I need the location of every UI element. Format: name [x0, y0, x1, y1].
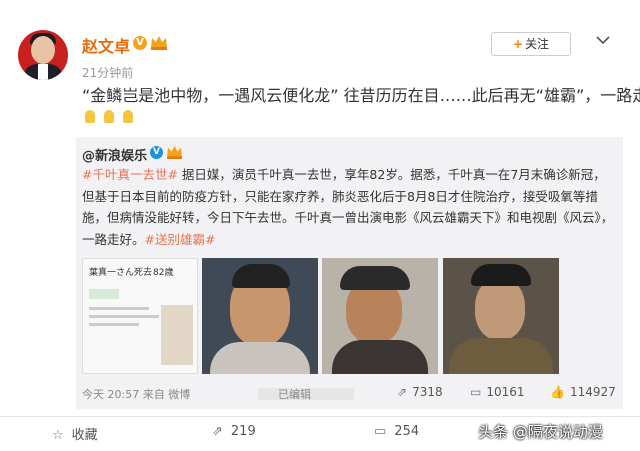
post-time: 21分钟前: [82, 66, 134, 80]
image-thumbnail[interactable]: [322, 258, 438, 374]
comment-icon: ▭: [470, 385, 482, 399]
share-icon: ⇗: [397, 385, 408, 399]
verified-badge-icon: V: [150, 146, 163, 159]
comment-icon: ▭: [374, 424, 387, 439]
post-text: “金鳞岂是池中物，一遇风云便化龙” 往昔历历在目……此后再无“雄霸”，一路走好: [82, 86, 640, 105]
like-count[interactable]: 👍 114927: [550, 385, 616, 399]
repost-footer: 今天 20:57 来自 微博 已编辑 ⇗ 7318 ▭ 10161 👍 114927: [82, 384, 617, 402]
crown-icon: [151, 36, 167, 50]
thumbs-up-icon: 👍: [550, 385, 565, 399]
share-icon: ⇗: [212, 424, 223, 439]
emoji-row: [82, 108, 139, 128]
comment-count[interactable]: ▭ 10161: [470, 385, 525, 399]
user-name[interactable]: 赵文卓: [82, 33, 130, 57]
image-thumbnail[interactable]: [443, 258, 559, 374]
topic-tag-link[interactable]: #送别雄霸#: [145, 232, 216, 247]
image-thumbnail[interactable]: 葉真一さん死去 82歳: [82, 258, 198, 374]
topic-tag-link[interactable]: #千叶真一去世#: [82, 167, 178, 182]
follow-button[interactable]: + 关注: [491, 32, 571, 56]
repost-author[interactable]: @新浪娱乐: [82, 145, 147, 164]
edited-label: 已编辑: [278, 388, 311, 401]
thumbnail-caption: 葉真一さん死去: [89, 268, 153, 278]
crown-icon: [167, 145, 182, 159]
comment-button[interactable]: ▭ 254: [374, 424, 419, 439]
thumbnail-age: 82歳: [153, 268, 174, 278]
plus-icon: +: [512, 37, 524, 51]
image-thumbnail[interactable]: [202, 258, 318, 374]
pray-icon: [120, 108, 136, 124]
favorite-button[interactable]: ☆ 收藏: [52, 424, 98, 443]
repost-body: #千叶真一去世# 据日媒，演员千叶真一去世，享年82岁。据悉，千叶真一在7月末确…: [82, 164, 617, 250]
follow-label: 关注: [525, 37, 550, 51]
star-icon: ☆: [52, 428, 64, 443]
pray-icon: [82, 108, 98, 124]
pray-icon: [101, 108, 117, 124]
chevron-down-icon[interactable]: [596, 30, 610, 49]
divider: [0, 416, 640, 417]
share-button[interactable]: ⇗ 219: [212, 424, 256, 439]
repost-count[interactable]: ⇗ 7318: [397, 385, 443, 399]
watermark: 头条 @隔夜说动漫: [478, 423, 603, 441]
repost-time-source: 今天 20:57 来自 微博: [82, 388, 191, 401]
verified-badge-icon: V: [133, 36, 147, 50]
avatar[interactable]: [18, 30, 68, 80]
